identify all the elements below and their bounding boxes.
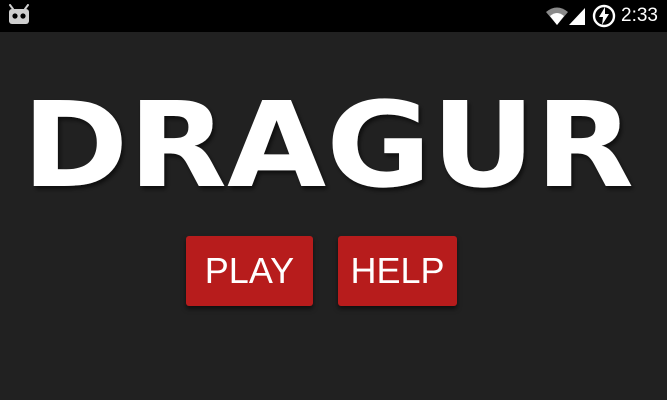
- logo-text: DRAGUR: [22, 84, 634, 214]
- play-button[interactable]: PLAY: [186, 236, 313, 306]
- app-screen: 2:33 DRAGUR PLAY HELP: [0, 0, 667, 400]
- dragur-logo: DRAGUR: [22, 84, 634, 214]
- wifi-icon: [546, 7, 568, 25]
- robot-notification-icon: [9, 4, 29, 24]
- status-bar: 2:33: [0, 0, 667, 32]
- signal-icon: [569, 8, 585, 25]
- help-button[interactable]: HELP: [338, 236, 457, 306]
- battery-charging-icon: [592, 4, 616, 28]
- status-clock: 2:33: [621, 5, 658, 26]
